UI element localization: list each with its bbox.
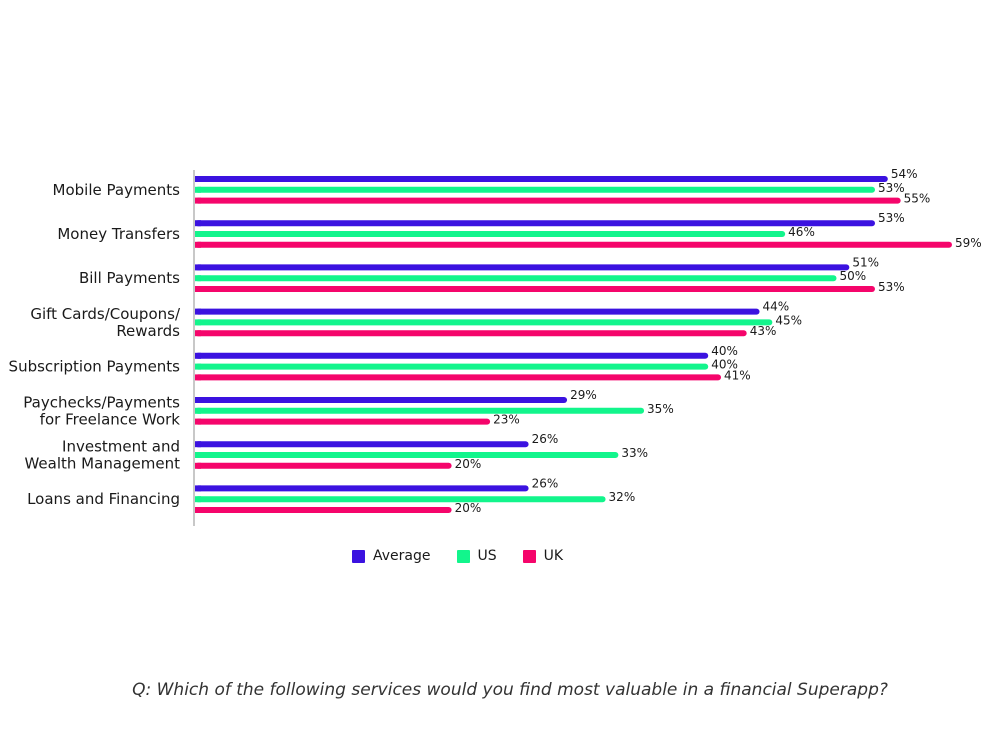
category-label: Investment and — [62, 438, 180, 456]
bar-start-us — [195, 452, 201, 458]
value-label: 41% — [724, 368, 751, 382]
value-label: 29% — [570, 388, 597, 402]
bar-start-average — [195, 485, 201, 492]
value-label: 53% — [878, 181, 905, 195]
bar-start-uk — [195, 197, 201, 204]
bar-start-average — [195, 176, 201, 182]
bar-start-average — [195, 352, 201, 359]
category-label: Loans and Financing — [27, 490, 180, 508]
category-label: Gift Cards/Coupons/ — [30, 305, 181, 323]
category-label: for Freelance Work — [40, 410, 181, 428]
value-label: 51% — [852, 255, 879, 269]
bar-start-average — [195, 220, 201, 227]
value-label: 45% — [775, 313, 802, 327]
bar-start-us — [195, 231, 201, 237]
legend-item-uk: UK — [522, 548, 564, 564]
bar-start-us — [195, 496, 201, 503]
value-label: 54% — [891, 167, 918, 181]
legend-item-us: US — [456, 548, 497, 564]
value-label: 20% — [455, 501, 482, 515]
bar-start-average — [195, 264, 201, 271]
bar-start-uk — [195, 374, 201, 381]
survey-question: Q: Which of the following services would… — [132, 680, 888, 700]
category-label: Wealth Management — [24, 455, 180, 473]
value-label: 32% — [609, 490, 636, 504]
value-label: 33% — [621, 446, 648, 460]
bar-start-uk — [195, 330, 201, 337]
value-label: 55% — [904, 192, 931, 206]
bar-start-us — [195, 407, 201, 414]
legend-label-average: Average — [373, 548, 431, 564]
value-label: 23% — [493, 413, 520, 427]
value-label: 53% — [878, 211, 905, 225]
value-label: 40% — [711, 344, 738, 358]
legend-swatch-uk — [522, 549, 536, 563]
bar-start-us — [195, 186, 201, 193]
legend-item-average: Average — [352, 548, 431, 564]
bar-start-uk — [195, 462, 201, 469]
bar-start-uk — [195, 286, 201, 292]
bar-start-uk — [195, 507, 201, 513]
bar-start-us — [195, 363, 201, 370]
category-label: Bill Payments — [79, 269, 180, 287]
value-label: 43% — [750, 324, 777, 338]
category-label: Mobile Payments — [53, 181, 181, 199]
value-label: 53% — [878, 280, 905, 294]
value-label: 50% — [840, 269, 867, 283]
category-label: Subscription Payments — [9, 358, 181, 376]
value-label: 59% — [955, 236, 982, 250]
value-label: 20% — [455, 457, 482, 471]
value-label: 26% — [532, 476, 559, 490]
category-label: Money Transfers — [57, 225, 180, 243]
value-label: 44% — [763, 300, 790, 314]
bar-start-us — [195, 319, 201, 326]
bar-start-average — [195, 441, 201, 448]
value-label: 46% — [788, 225, 815, 239]
legend-swatch-average — [352, 549, 365, 563]
legend: Average US UK — [352, 548, 589, 564]
value-label: 26% — [532, 432, 559, 446]
bar-start-uk — [195, 241, 201, 248]
legend-label-us: US — [477, 548, 497, 564]
bar-start-average — [195, 397, 201, 403]
bar-start-us — [195, 275, 201, 282]
category-label: Paychecks/Payments — [23, 393, 180, 411]
category-label: Rewards — [116, 322, 180, 340]
bar-chart: Mobile Payments54%53%55%Money Transfers5… — [9, 167, 982, 526]
bar-start-uk — [195, 418, 201, 425]
bar-start-average — [195, 308, 201, 315]
legend-swatch-us — [456, 549, 470, 563]
legend-label-uk: UK — [543, 548, 564, 564]
value-label: 35% — [647, 402, 674, 416]
